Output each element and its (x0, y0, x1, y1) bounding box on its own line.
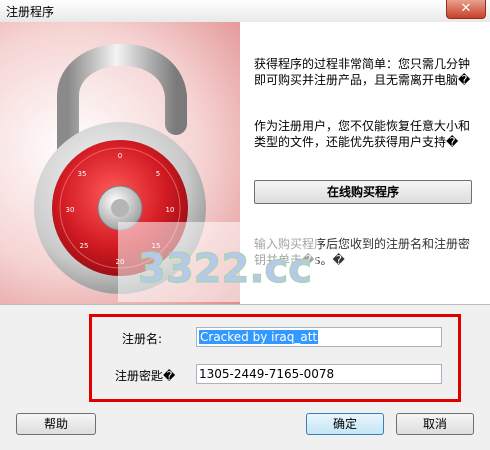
registration-key-input[interactable]: 1305-2449-7165-0078 (196, 364, 442, 384)
buy-online-button[interactable]: 在线购买程序 (254, 180, 472, 204)
registration-name-input[interactable]: Cracked by iraq_att (196, 327, 442, 347)
svg-text:25: 25 (80, 242, 89, 250)
svg-text:10: 10 (166, 206, 175, 214)
title-bar: 注册程序 ✕ (0, 0, 490, 23)
cancel-button[interactable]: 取消 (396, 413, 474, 435)
key-label: 注册密匙� (115, 369, 176, 383)
panel-separator (0, 304, 490, 305)
window-title: 注册程序 (6, 5, 55, 19)
svg-text:0: 0 (118, 152, 122, 160)
name-value: Cracked by iraq_att (199, 330, 319, 344)
ok-button[interactable]: 确定 (306, 413, 384, 435)
close-button[interactable]: ✕ (446, 0, 486, 19)
info-text-purchase: 获得程序的过程非常简单：您只需几分钟即可购买并注册产品，且无需离开电脑� (254, 57, 471, 87)
watermark-logo: 3322.cc (118, 222, 318, 302)
svg-text:5: 5 (156, 170, 160, 178)
svg-text:30: 30 (66, 206, 75, 214)
svg-text:35: 35 (78, 170, 87, 178)
help-button[interactable]: 帮助 (16, 413, 96, 435)
name-label: 注册名: (122, 332, 163, 346)
registration-dialog: 注册程序 ✕ 0 5 10 25 30 35 获得程序的过程非常简单：您只需几分… (0, 0, 490, 450)
info-text-benefits: 作为注册用户，您不仅能恢复任意大小和类型的文件，还能优先获得用户支持� (254, 119, 471, 149)
svg-text:3322.cc: 3322.cc (138, 246, 312, 292)
